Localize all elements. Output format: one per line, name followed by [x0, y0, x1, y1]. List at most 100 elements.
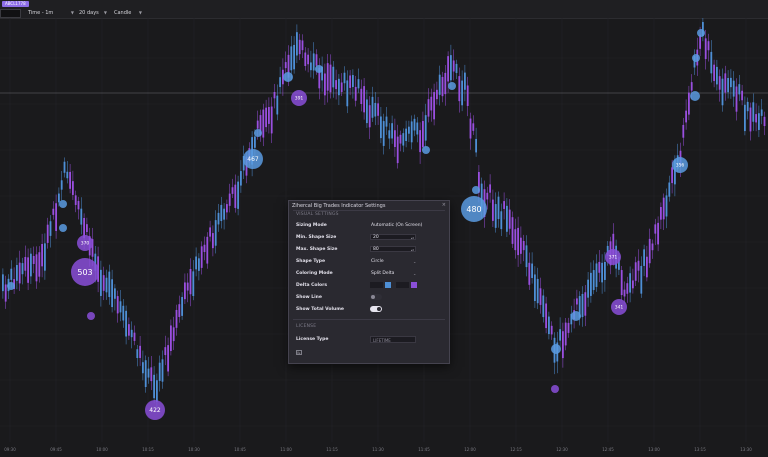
- max-shape-size-input[interactable]: 80 ▴▾: [370, 246, 416, 252]
- candle: [178, 304, 181, 317]
- candle: [517, 227, 519, 256]
- candle: [405, 128, 407, 142]
- candle: [590, 272, 592, 296]
- delta-color-swatch-1[interactable]: [370, 282, 383, 288]
- delta-color-swatch-4[interactable]: [411, 282, 417, 288]
- candle: [167, 345, 169, 372]
- candle: [438, 74, 441, 95]
- candle: [217, 212, 220, 225]
- candle: [741, 90, 743, 101]
- candle: [189, 269, 192, 295]
- candle: [497, 196, 500, 220]
- trade-bubble-label: 356: [676, 163, 685, 169]
- section-visual-settings: VISUAL SETTINGS: [296, 212, 339, 217]
- candle: [522, 240, 525, 251]
- show-line-toggle[interactable]: [370, 294, 382, 300]
- candle: [730, 77, 732, 88]
- candle: [153, 374, 155, 399]
- candle: [466, 85, 469, 106]
- candle: [707, 41, 710, 51]
- candle: [332, 66, 335, 88]
- candle: [752, 102, 755, 122]
- candle: [433, 92, 435, 120]
- coloring-mode-select[interactable]: Split Delta: [371, 271, 394, 276]
- timeframe-select[interactable]: Time - 1m ▼: [28, 9, 74, 17]
- candle: [525, 245, 528, 268]
- candle: [494, 204, 497, 228]
- candle: [136, 349, 139, 359]
- candle: [469, 118, 472, 139]
- chart-type-label: Candle: [114, 10, 132, 16]
- candle: [587, 279, 589, 298]
- candle: [461, 80, 463, 106]
- show-line-label: Show Line: [296, 295, 322, 300]
- candle: [534, 274, 536, 302]
- candle: [581, 293, 584, 318]
- candle: [368, 105, 371, 128]
- candle: [671, 167, 673, 184]
- stepper-icon[interactable]: ▴▾: [411, 247, 414, 253]
- candle: [413, 118, 416, 131]
- candle: [385, 116, 388, 127]
- trade-bubble-label: 480: [466, 205, 481, 214]
- candle: [366, 99, 368, 124]
- trade-bubble-label: 422: [149, 407, 161, 414]
- sizing-mode-select[interactable]: Automatic (On Screen): [371, 223, 422, 228]
- candle: [713, 64, 715, 82]
- candle: [220, 204, 223, 222]
- symbol-badge[interactable]: ABCL1778: [2, 1, 29, 7]
- candle: [682, 124, 685, 138]
- candle: [427, 99, 430, 117]
- candle: [195, 256, 197, 270]
- candle: [172, 327, 175, 342]
- trade-bubble-label: 503: [77, 268, 92, 277]
- candle: [562, 331, 564, 359]
- stepper-icon[interactable]: ▴▾: [411, 235, 414, 241]
- candle: [44, 243, 46, 271]
- trade-bubble: [692, 54, 700, 62]
- min-shape-size-input[interactable]: 20 ▴▾: [370, 234, 416, 240]
- candle: [21, 263, 24, 275]
- chart-type-select[interactable]: Candle ▼: [114, 9, 142, 17]
- days-select[interactable]: 20 days ▼: [79, 9, 107, 17]
- candle: [290, 46, 293, 71]
- candle: [564, 322, 567, 346]
- candle: [349, 75, 351, 88]
- candle: [231, 187, 234, 194]
- candle: [363, 86, 365, 113]
- candle: [223, 208, 225, 220]
- indicator-settings-dialog[interactable]: Zihercal Big Trades Indicator Settings ×…: [288, 200, 450, 364]
- trade-bubble: [571, 311, 581, 321]
- delta-color-swatch-2[interactable]: [385, 282, 391, 288]
- trade-bubble: [254, 129, 262, 137]
- candle: [4, 284, 7, 302]
- candle: [665, 195, 668, 217]
- symbol-input[interactable]: [0, 9, 21, 18]
- candle: [209, 227, 211, 237]
- candle: [430, 96, 433, 111]
- candle: [441, 76, 444, 97]
- candle: [548, 316, 550, 335]
- sizing-mode-label: Sizing Mode: [296, 223, 327, 228]
- candle: [598, 261, 601, 273]
- show-total-volume-toggle[interactable]: [370, 306, 382, 312]
- x-tick-label: 09:30: [4, 447, 16, 452]
- candle: [436, 89, 438, 100]
- candle: [520, 237, 522, 254]
- candle: [122, 305, 125, 321]
- chart-icon[interactable]: [296, 350, 302, 355]
- trade-bubble-label: 370: [81, 241, 90, 247]
- candle: [55, 203, 57, 232]
- delta-color-swatch-3[interactable]: [396, 282, 409, 288]
- toggle-knob: [371, 295, 375, 299]
- candle: [727, 78, 729, 93]
- license-type-value: LIFETIME: [373, 338, 391, 343]
- candle: [511, 217, 514, 244]
- candle: [506, 205, 508, 232]
- shape-type-select[interactable]: Circle: [371, 259, 384, 264]
- x-tick-label: 10:45: [234, 447, 246, 452]
- close-icon[interactable]: ×: [442, 202, 446, 208]
- candle: [142, 362, 144, 374]
- candle: [458, 76, 461, 102]
- candle: [464, 72, 466, 90]
